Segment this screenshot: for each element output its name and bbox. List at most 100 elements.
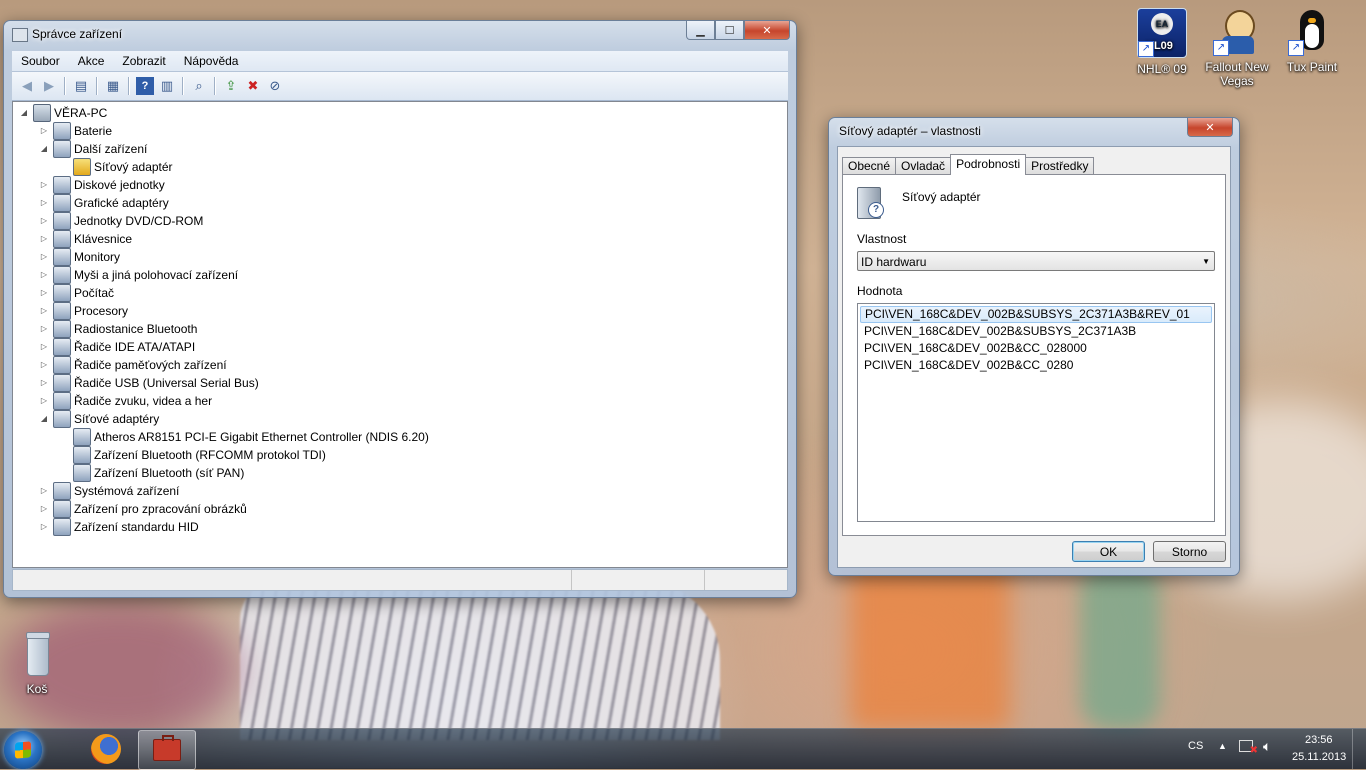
expand-arrow-icon[interactable]: ▷ [39, 230, 49, 248]
tree-item[interactable]: ▷ Klávesnice [39, 230, 132, 248]
tab-ovladac[interactable]: Ovladač [895, 157, 952, 175]
taskbar-firefox[interactable] [78, 730, 134, 768]
property-dropdown[interactable]: ID hardwaru ▼ [857, 251, 1215, 271]
shortcut-arrow-icon: ↗ [1213, 40, 1229, 56]
collapse-arrow-icon[interactable]: ◢ [39, 140, 49, 158]
tree-item[interactable]: ◢ Další zařízení [39, 140, 147, 158]
tux-penguin-icon: ↗ [1288, 8, 1336, 56]
menu-zobrazit[interactable]: Zobrazit [113, 54, 174, 68]
expand-arrow-icon[interactable]: ▷ [39, 176, 49, 194]
ok-button[interactable]: OK [1072, 541, 1145, 562]
clock-date[interactable]: 25.11.2013 [1292, 751, 1346, 763]
desktop-icon-nhl09[interactable]: EA HL09 ↗ NHL® 09 [1122, 8, 1202, 76]
tree-item[interactable]: ▷ Řadiče paměťových zařízení [39, 356, 227, 374]
forward-arrow-icon[interactable]: ▶ [40, 77, 58, 95]
tree-item[interactable]: ▷ Jednotky DVD/CD-ROM [39, 212, 203, 230]
expand-arrow-icon[interactable]: ▷ [39, 284, 49, 302]
tree-item[interactable]: ◢ Síťové adaptéry [39, 410, 159, 428]
expand-arrow-icon[interactable]: ▷ [39, 392, 49, 410]
clock-time[interactable]: 23:56 [1305, 734, 1333, 746]
tree-item-label: Počítač [74, 286, 115, 300]
dialog-title: Síťový adaptér – vlastnosti [839, 124, 981, 138]
collapse-arrow-icon[interactable]: ◢ [19, 104, 29, 122]
help-icon[interactable]: ? [136, 77, 154, 95]
back-arrow-icon[interactable]: ◀ [18, 77, 36, 95]
tree-item[interactable]: Zařízení Bluetooth (RFCOMM protokol TDI) [59, 446, 326, 464]
value-list-item[interactable]: PCI\VEN_168C&DEV_002B&CC_028000 [860, 340, 1212, 357]
collapse-arrow-icon[interactable]: ◢ [39, 410, 49, 428]
tree-item[interactable]: ▷ Grafické adaptéry [39, 194, 169, 212]
tree-item[interactable]: Atheros AR8151 PCI-E Gigabit Ethernet Co… [59, 428, 429, 446]
volume-icon[interactable]: 🔈︎ [1263, 738, 1271, 755]
unknown-device-icon: ? [857, 187, 884, 219]
tree-item[interactable]: ▷ Počítač [39, 284, 114, 302]
tree-item[interactable]: ▷ Baterie [39, 122, 112, 140]
expand-arrow-icon[interactable]: ▷ [39, 212, 49, 230]
tab-prostredky[interactable]: Prostředky [1025, 157, 1095, 175]
tab-obecne[interactable]: Obecné [842, 157, 897, 175]
minimize-button[interactable]: ▁ [686, 21, 715, 40]
desktop-icon-fallout[interactable]: ↗ Fallout New Vegas [1197, 8, 1277, 88]
expand-arrow-icon[interactable]: ▷ [39, 338, 49, 356]
uninstall-icon[interactable]: ✖ [244, 77, 262, 95]
disk-drive-icon [53, 176, 71, 194]
properties-icon[interactable]: ▦ [104, 77, 122, 95]
menu-akce[interactable]: Akce [69, 54, 114, 68]
action-pane-icon[interactable]: ▥ [158, 77, 176, 95]
device-tree[interactable]: ◢ VĚRA-PC ▷ Baterie ◢ Další zařízení Síťový … [12, 101, 788, 568]
tree-item-label: Procesory [74, 304, 129, 318]
expand-arrow-icon[interactable]: ▷ [39, 320, 49, 338]
show-hide-console-tree-icon[interactable]: ▤ [72, 77, 90, 95]
tree-root[interactable]: ◢ VĚRA-PC [19, 104, 107, 122]
network-icon[interactable]: ✖ [1239, 740, 1258, 756]
disable-icon[interactable]: ⊘ [266, 77, 284, 95]
show-desktop-button[interactable] [1352, 729, 1366, 769]
taskbar-device-manager[interactable] [138, 730, 196, 770]
close-button[interactable]: ✕ [1187, 118, 1233, 137]
desktop-icon-label: Tux Paint [1286, 60, 1338, 74]
tree-item[interactable]: ▷ Myši a jiná polohovací zařízení [39, 266, 238, 284]
tree-item[interactable]: ▷ Řadiče IDE ATA/ATAPI [39, 338, 195, 356]
menu-soubor[interactable]: Soubor [12, 54, 69, 68]
expand-arrow-icon[interactable]: ▷ [39, 356, 49, 374]
expand-arrow-icon[interactable]: ▷ [39, 194, 49, 212]
tree-item[interactable]: ▷ Monitory [39, 248, 120, 266]
expand-arrow-icon[interactable]: ▷ [39, 518, 49, 536]
close-button[interactable]: ✕ [744, 21, 790, 40]
tree-item[interactable]: ▷ Diskové jednotky [39, 176, 165, 194]
value-list-item[interactable]: PCI\VEN_168C&DEV_002B&SUBSYS_2C371A3B&RE… [860, 306, 1212, 323]
properties-dialog[interactable]: Síťový adaptér – vlastnosti ✕ Obecné Ovl… [828, 117, 1240, 576]
value-list-item[interactable]: PCI\VEN_168C&DEV_002B&SUBSYS_2C371A3B [860, 323, 1212, 340]
start-button[interactable] [4, 731, 42, 769]
expand-arrow-icon[interactable]: ▷ [39, 500, 49, 518]
expand-arrow-icon[interactable]: ▷ [39, 374, 49, 392]
tree-item[interactable]: Síťový adaptér [59, 158, 173, 176]
update-driver-icon[interactable]: ⇪ [222, 77, 240, 95]
maximize-button[interactable]: ☐ [715, 21, 744, 40]
scan-hardware-icon[interactable]: ⌕ [190, 77, 208, 95]
cancel-button[interactable]: Storno [1153, 541, 1226, 562]
menu-napoveda[interactable]: Nápověda [175, 54, 248, 68]
value-listbox[interactable]: PCI\VEN_168C&DEV_002B&SUBSYS_2C371A3B&RE… [857, 303, 1215, 522]
tree-item[interactable]: Zařízení Bluetooth (síť PAN) [59, 464, 244, 482]
expand-arrow-icon[interactable]: ▷ [39, 122, 49, 140]
tree-item[interactable]: ▷ Procesory [39, 302, 128, 320]
expand-arrow-icon[interactable]: ▷ [39, 248, 49, 266]
tree-item[interactable]: ▷ Zařízení pro zpracování obrázků [39, 500, 247, 518]
expand-arrow-icon[interactable]: ▷ [39, 302, 49, 320]
expand-arrow-icon[interactable]: ▷ [39, 482, 49, 500]
expand-arrow-icon[interactable]: ▷ [39, 266, 49, 284]
tree-item[interactable]: ▷ Radiostanice Bluetooth [39, 320, 197, 338]
device-manager-window[interactable]: Správce zařízení ▁ ☐ ✕ Soubor Akce Zobra… [3, 20, 797, 598]
desktop-icon-tuxpaint[interactable]: ↗ Tux Paint [1272, 8, 1352, 74]
show-hidden-icons-icon[interactable]: ▲ [1218, 741, 1227, 751]
tree-item[interactable]: ▷ Řadiče zvuku, videa a her [39, 392, 212, 410]
dialog-body: Obecné Ovladač Podrobnosti Prostředky ? … [837, 146, 1231, 568]
tab-podrobnosti[interactable]: Podrobnosti [950, 154, 1027, 175]
language-indicator[interactable]: CS [1188, 740, 1203, 752]
desktop-icon-recycle-bin[interactable]: Koš [0, 630, 77, 696]
tree-item[interactable]: ▷ Systémová zařízení [39, 482, 179, 500]
tree-item[interactable]: ▷ Zařízení standardu HID [39, 518, 199, 536]
tree-item[interactable]: ▷ Řadiče USB (Universal Serial Bus) [39, 374, 259, 392]
value-list-item[interactable]: PCI\VEN_168C&DEV_002B&CC_0280 [860, 357, 1212, 374]
